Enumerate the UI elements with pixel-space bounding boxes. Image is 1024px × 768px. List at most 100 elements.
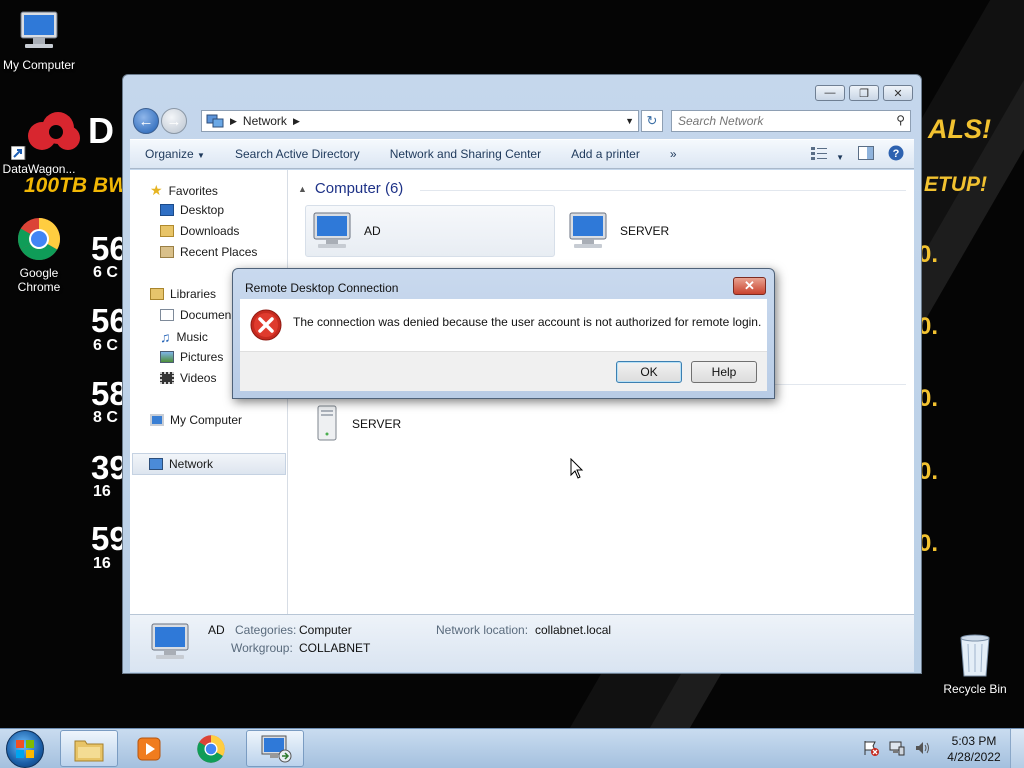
- address-dropdown-icon[interactable]: ▼: [625, 116, 634, 126]
- star-icon: ★: [150, 182, 163, 198]
- collapse-triangle-icon: ▲: [298, 183, 307, 194]
- dialog-footer: OK Help: [240, 351, 767, 391]
- windows-logo-icon: [16, 740, 34, 758]
- wallpaper-row-sub: 16: [93, 555, 111, 572]
- breadcrumb-chevron-icon[interactable]: ▶: [230, 116, 237, 127]
- nav-desktop[interactable]: Desktop: [160, 203, 224, 217]
- more-commands-button[interactable]: »: [655, 147, 692, 161]
- network-status-icon[interactable]: [888, 739, 906, 757]
- device-item-server[interactable]: SERVER: [310, 402, 560, 446]
- help-button[interactable]: ?: [888, 145, 904, 164]
- desktop-icon-datawagon[interactable]: DataWagon...: [0, 146, 81, 176]
- desktop-icon-recycle-bin[interactable]: Recycle Bin: [933, 632, 1017, 696]
- chevron-down-icon: ▼: [836, 153, 844, 162]
- command-bar: Organize ▼ Search Active Directory Netwo…: [130, 139, 914, 169]
- dialog-close-button[interactable]: ✕: [733, 277, 766, 295]
- taskbar-remote-desktop-button[interactable]: [246, 730, 304, 767]
- details-location-label: Network location:: [436, 623, 529, 637]
- nav-favorites[interactable]: ★ Favorites: [150, 182, 218, 199]
- taskbar-chrome-button[interactable]: [182, 730, 240, 767]
- nav-item-label: Music: [176, 330, 208, 344]
- breadcrumb-chevron-icon[interactable]: ▶: [293, 116, 300, 127]
- nav-libraries[interactable]: Libraries: [150, 287, 216, 301]
- address-bar[interactable]: ▶ Network ▶ ▼: [201, 110, 639, 132]
- back-button[interactable]: ←: [133, 108, 159, 134]
- window-controls: — ❐ ✕: [815, 85, 913, 101]
- refresh-button[interactable]: ↻: [641, 110, 663, 132]
- computer-icon: [20, 11, 58, 48]
- preview-pane-button[interactable]: [858, 146, 874, 163]
- nav-item-label: My Computer: [170, 413, 243, 427]
- change-view-button[interactable]: ▼: [810, 146, 844, 163]
- nav-recent-places[interactable]: Recent Places: [160, 245, 257, 259]
- volume-icon[interactable]: [914, 739, 932, 757]
- wallpaper-row-sub: 6 C: [93, 337, 118, 354]
- nav-downloads[interactable]: Downloads: [160, 224, 239, 238]
- maximize-button[interactable]: ❐: [849, 85, 879, 101]
- nav-item-label: Pictures: [180, 350, 224, 364]
- wallpaper-tagline: 100TB BW: [24, 174, 128, 197]
- remote-desktop-icon: [261, 735, 292, 762]
- help-button[interactable]: Help: [691, 361, 757, 383]
- wallpaper-setup-text: ETUP!: [924, 173, 987, 196]
- desktop-icon-label: DataWagon...: [2, 162, 76, 176]
- organize-menu[interactable]: Organize ▼: [130, 147, 220, 161]
- desktop-icon-label: Recycle Bin: [943, 682, 1007, 696]
- nav-pictures[interactable]: Pictures: [160, 350, 223, 364]
- remote-desktop-error-dialog: Remote Desktop Connection ✕ The connecti…: [232, 268, 775, 399]
- navigation-bar: ← → ▶ Network ▶ ▼ ↻ ⚲: [131, 107, 915, 135]
- ok-button[interactable]: OK: [616, 361, 682, 383]
- start-button[interactable]: [6, 730, 44, 768]
- computer-item-server[interactable]: SERVER: [562, 205, 812, 257]
- search-input[interactable]: [672, 111, 882, 131]
- nav-network[interactable]: Network: [132, 453, 286, 475]
- wallpaper-row-sub: 8 C: [93, 409, 118, 426]
- search-active-directory-button[interactable]: Search Active Directory: [220, 147, 375, 161]
- shortcut-icon: [11, 146, 26, 160]
- music-icon: ♫: [160, 329, 171, 345]
- computer-icon: [151, 623, 189, 659]
- close-button[interactable]: ✕: [883, 85, 913, 101]
- group-header-computer[interactable]: ▲ Computer (6): [298, 180, 403, 197]
- action-center-flag-icon[interactable]: [862, 739, 880, 757]
- desktop-icon-google-chrome[interactable]: Google Chrome: [0, 216, 81, 294]
- libraries-icon: [150, 288, 164, 300]
- nav-documents[interactable]: Documen: [160, 308, 231, 322]
- computer-item-label: SERVER: [620, 224, 670, 238]
- svg-text:?: ?: [893, 148, 900, 160]
- computer-icon: [569, 212, 607, 248]
- add-printer-button[interactable]: Add a printer: [556, 147, 655, 161]
- chrome-icon: [197, 734, 225, 763]
- system-tray: [862, 739, 932, 757]
- taskbar-media-player-button[interactable]: [120, 730, 178, 767]
- nav-item-label: Videos: [180, 371, 217, 385]
- forward-button[interactable]: →: [161, 108, 187, 134]
- search-icon[interactable]: ⚲: [896, 113, 905, 127]
- nav-item-label: Downloads: [180, 224, 240, 238]
- chevron-down-icon: ▼: [197, 151, 205, 160]
- show-desktop-button[interactable]: [1010, 729, 1024, 768]
- details-workgroup-value: COLLABNET: [299, 641, 371, 655]
- network-sharing-center-button[interactable]: Network and Sharing Center: [375, 147, 556, 161]
- nav-item-label: Libraries: [170, 287, 217, 301]
- computer-icon: [313, 212, 351, 248]
- breadcrumb-network[interactable]: Network: [243, 114, 287, 128]
- computer-item-ad[interactable]: AD: [305, 205, 555, 257]
- minimize-button[interactable]: —: [815, 85, 845, 101]
- forward-arrow-icon: →: [166, 112, 182, 130]
- chrome-icon: [17, 218, 61, 261]
- close-icon: ✕: [744, 278, 755, 293]
- details-categories-value: Computer: [299, 623, 352, 637]
- nav-videos[interactable]: Videos: [160, 371, 216, 385]
- nav-my-computer[interactable]: My Computer: [150, 413, 242, 427]
- nav-item-label: Desktop: [180, 203, 225, 217]
- clock-date: 4/28/2022: [947, 750, 1001, 764]
- nav-music[interactable]: ♫ Music: [160, 329, 208, 345]
- system-clock[interactable]: 5:03 PM 4/28/2022: [946, 733, 1002, 765]
- search-box[interactable]: ⚲: [671, 110, 911, 132]
- taskbar-explorer-button[interactable]: [60, 730, 118, 767]
- desktop-icon-my-computer[interactable]: My Computer: [0, 8, 81, 72]
- server-tower-icon: [317, 405, 337, 441]
- device-item-label: SERVER: [352, 417, 402, 431]
- details-pane: AD Categories: Computer Workgroup: COLLA…: [130, 614, 914, 672]
